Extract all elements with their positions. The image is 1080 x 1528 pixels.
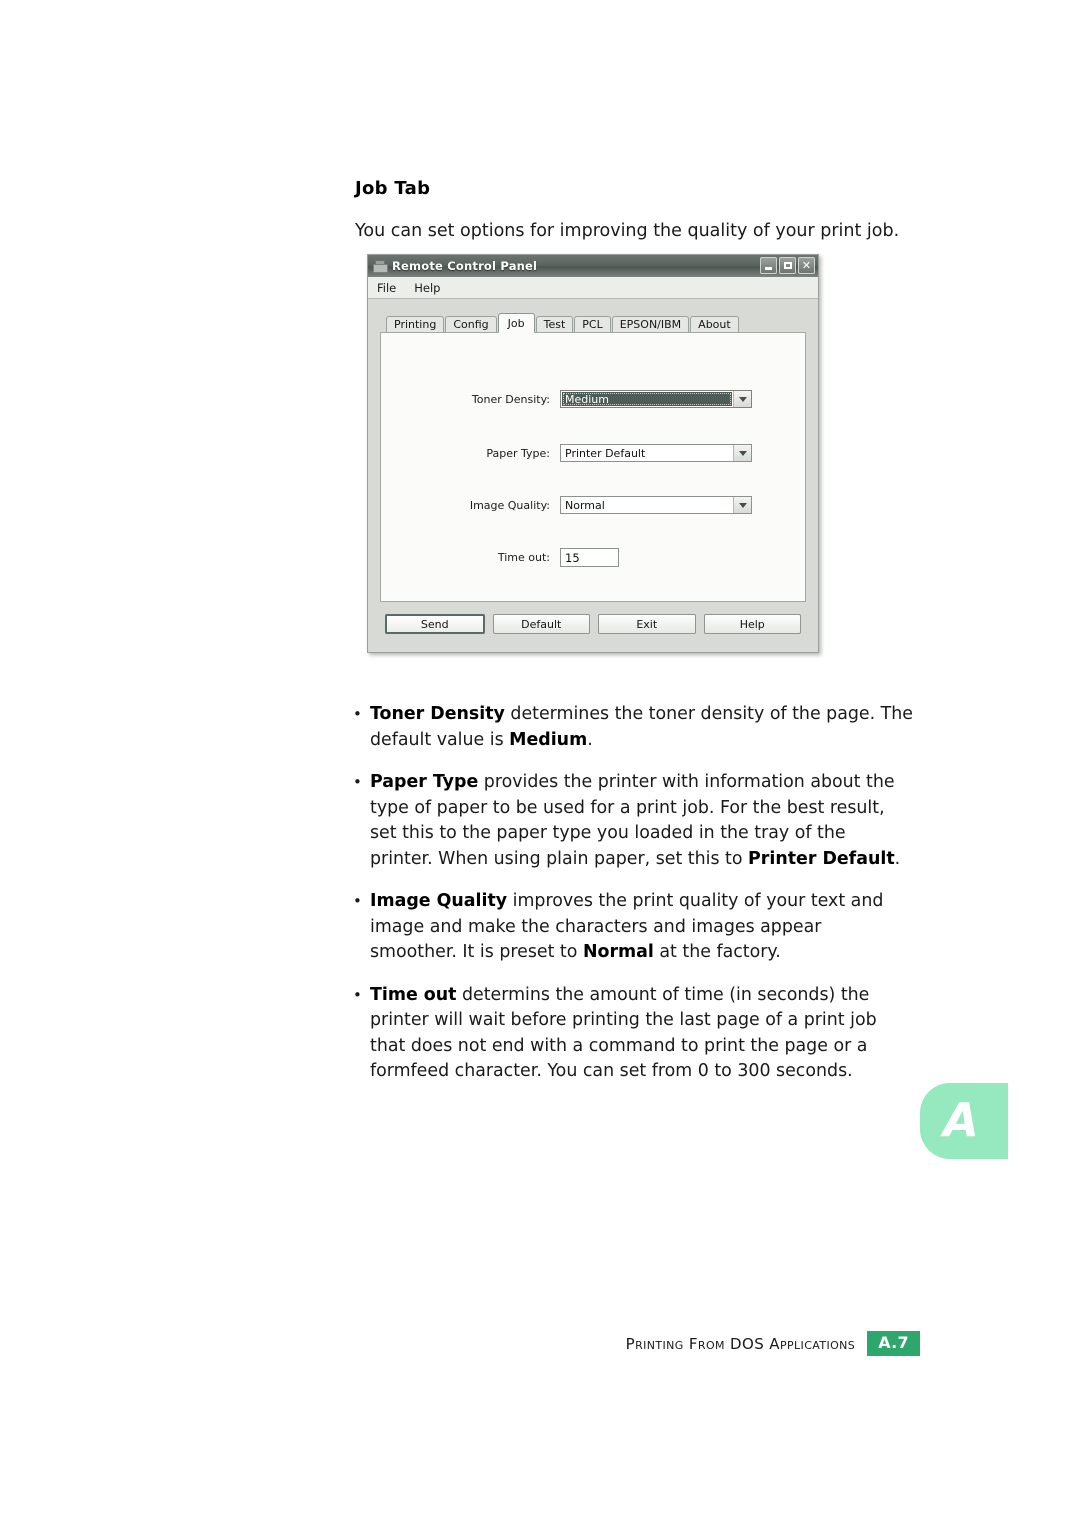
image-quality-label: Image Quality: xyxy=(469,498,550,512)
tab-strip: Printing Config Job Test PCL EPSON/IBM A… xyxy=(380,312,806,333)
printer-icon xyxy=(372,259,388,273)
bullet-toner-density: • Toner Density determines the toner dens… xyxy=(353,702,913,753)
window-title: Remote Control Panel xyxy=(392,259,538,273)
time-out-input[interactable]: 15 xyxy=(560,548,619,567)
form-row-paper-type: Paper Type: Printer Default xyxy=(381,444,805,462)
bullet-paper-type: • Paper Type provides the printer with in… xyxy=(353,770,913,872)
menu-item-help[interactable]: Help xyxy=(414,281,440,295)
bullet-marker: • xyxy=(353,773,362,791)
chevron-down-icon[interactable] xyxy=(733,445,751,461)
time-out-label: Time out: xyxy=(497,551,550,564)
default-button[interactable]: Default xyxy=(492,614,590,634)
bullet-term-2: Medium xyxy=(509,729,588,750)
bullet-term-2: Printer Default xyxy=(748,848,895,869)
bullet-text-2: . xyxy=(894,848,901,869)
page-number-badge: A.7 xyxy=(867,1331,920,1356)
remote-control-panel-window: Remote Control Panel ✕ File Help Printin… xyxy=(367,254,819,653)
appendix-index-tab: A xyxy=(920,1083,1008,1159)
bullet-marker: • xyxy=(353,985,362,1004)
bullet-image-quality: • Image Quality improves the print qualit… xyxy=(353,889,913,966)
toner-density-label: Toner Density: xyxy=(471,392,550,406)
bullet-text-2: . xyxy=(587,729,593,750)
paper-type-label: Paper Type: xyxy=(486,446,550,460)
bullet-term: Paper Type xyxy=(370,772,479,792)
menu-item-file[interactable]: File xyxy=(377,281,396,295)
close-icon[interactable]: ✕ xyxy=(798,257,815,274)
form-row-time-out: Time out: 15 xyxy=(381,548,805,567)
bullet-marker: • xyxy=(353,705,362,723)
toner-density-value: Medium xyxy=(562,392,732,406)
help-button[interactable]: Help xyxy=(703,614,801,634)
tab-test[interactable]: Test xyxy=(535,316,574,332)
tab-pcl[interactable]: PCL xyxy=(574,316,611,332)
image-quality-value: Normal xyxy=(565,498,605,512)
send-button[interactable]: Send xyxy=(385,614,485,634)
bullet-term-2: Normal xyxy=(582,942,654,962)
bullet-term: Image Quality xyxy=(370,891,508,911)
tab-epson-ibm[interactable]: EPSON/IBM xyxy=(611,316,690,332)
minimize-icon[interactable] xyxy=(760,257,777,274)
window-controls: ✕ xyxy=(760,257,815,274)
chevron-down-icon[interactable] xyxy=(733,497,751,513)
dialog-button-row: Send Default Exit Help xyxy=(380,602,806,640)
intro-paragraph: You can set options for improving the qu… xyxy=(355,221,900,241)
chevron-down-icon[interactable] xyxy=(733,391,751,407)
bullet-list: • Toner Density determines the toner dens… xyxy=(353,702,913,1102)
tab-job[interactable]: Job xyxy=(497,313,535,333)
paper-type-value: Printer Default xyxy=(565,446,646,460)
appendix-letter: A xyxy=(943,1092,979,1147)
bullet-term: Time out xyxy=(370,984,457,1005)
dialog-body: Printing Config Job Test PCL EPSON/IBM A… xyxy=(368,299,818,652)
tab-about[interactable]: About xyxy=(690,316,739,332)
page-footer: Printing From DOS Applications A.7 xyxy=(0,1331,1080,1356)
maximize-icon[interactable] xyxy=(779,257,796,274)
tab-printing[interactable]: Printing xyxy=(386,316,445,332)
window-titlebar: Remote Control Panel ✕ xyxy=(368,255,818,277)
paper-type-dropdown[interactable]: Printer Default xyxy=(560,444,752,462)
form-row-image-quality: Image Quality: Normal xyxy=(381,496,805,514)
form-row-toner-density: Toner Density: Medium xyxy=(381,390,805,408)
footer-chapter-title: Printing From DOS Applications xyxy=(625,1334,856,1353)
image-quality-dropdown[interactable]: Normal xyxy=(560,496,752,514)
job-tab-panel: Toner Density: Medium Paper Type: Printe… xyxy=(380,332,806,602)
exit-button[interactable]: Exit xyxy=(598,614,696,634)
tab-config[interactable]: Config xyxy=(445,316,497,332)
bullet-time-out: • Time out determins the amount of time (… xyxy=(353,983,913,1085)
page-title: Job Tab xyxy=(355,178,431,199)
menu-bar: File Help xyxy=(368,277,818,299)
bullet-term: Toner Density xyxy=(370,704,505,724)
bullet-marker: • xyxy=(353,892,362,910)
toner-density-dropdown[interactable]: Medium xyxy=(560,390,752,408)
document-page: Job Tab You can set options for improvin… xyxy=(0,0,1080,1528)
bullet-text-2: at the factory. xyxy=(653,942,781,962)
